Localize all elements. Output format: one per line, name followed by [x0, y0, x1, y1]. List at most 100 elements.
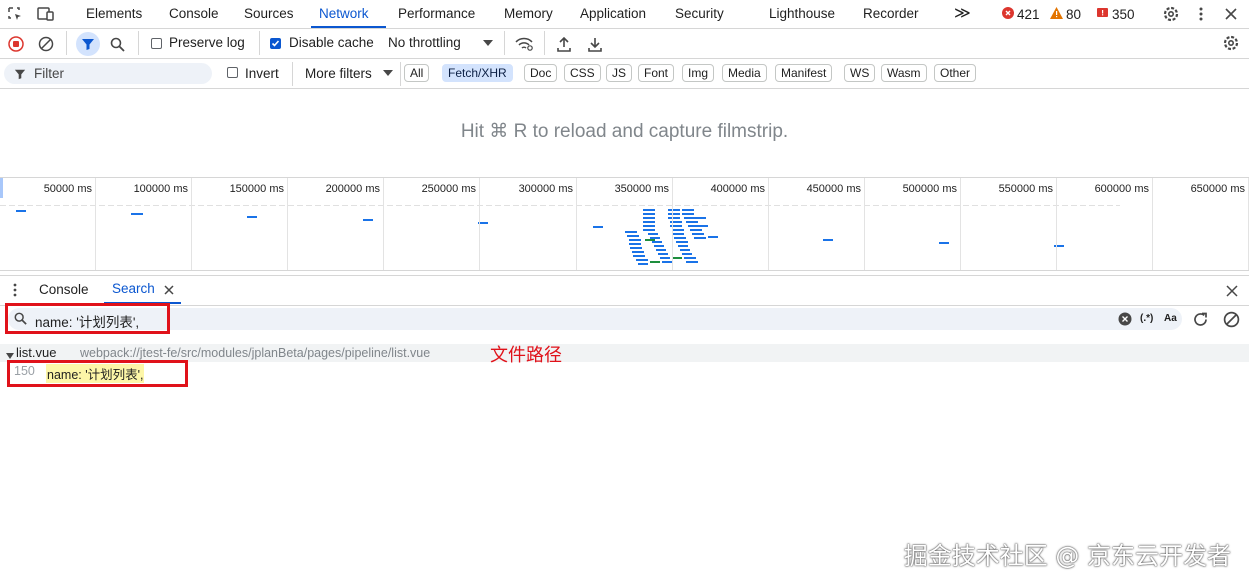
divider [66, 31, 67, 55]
clear-search-icon[interactable] [1118, 312, 1132, 329]
close-search-tab-icon[interactable] [163, 284, 175, 296]
filter-funnel-icon [14, 68, 26, 83]
timeline-tick-label: 200000 ms [325, 183, 380, 195]
timeline-tick-label: 500000 ms [902, 183, 957, 195]
timeline-gridline [287, 178, 288, 270]
invert-checkbox[interactable] [227, 67, 238, 78]
timeline-tick-label: 350000 ms [614, 183, 669, 195]
more-filters-dropdown[interactable]: More filters [305, 66, 372, 81]
network-settings-gear-icon[interactable] [1220, 33, 1242, 53]
preserve-log-checkbox[interactable] [151, 38, 162, 49]
tab-elements[interactable]: Elements [78, 0, 150, 28]
divider [259, 31, 260, 55]
timeline-gridline [576, 178, 577, 270]
timeline-tick-label: 450000 ms [806, 183, 861, 195]
tab-memory[interactable]: Memory [496, 0, 561, 28]
issues-count[interactable]: 350 [1097, 7, 1135, 22]
timeline-tick-label: 250000 ms [421, 183, 476, 195]
filter-chip-js[interactable]: JS [606, 64, 633, 82]
filter-input[interactable]: Filter [4, 63, 212, 84]
timeline-gridline [95, 178, 96, 270]
clear-icon[interactable] [36, 34, 56, 54]
issue-flag-icon [1097, 7, 1109, 22]
drawer-tab-console[interactable]: Console [31, 276, 97, 304]
timeline-tick-label: 150000 ms [229, 183, 284, 195]
disable-cache-label: Disable cache [289, 35, 374, 50]
filter-chip-css[interactable]: CSS [564, 64, 601, 82]
refresh-search-icon[interactable] [1190, 309, 1210, 329]
timeline-tick-label: 550000 ms [998, 183, 1053, 195]
regex-toggle[interactable]: (.*) [1140, 313, 1153, 324]
filter-chip-manifest[interactable]: Manifest [775, 64, 833, 82]
close-devtools-icon[interactable] [1221, 4, 1241, 24]
more-tabs-icon[interactable]: ≫ [946, 0, 979, 28]
warning-icon [1050, 7, 1063, 22]
chevron-down-icon[interactable] [482, 37, 494, 49]
tab-performance[interactable]: Performance [390, 0, 483, 28]
settings-gear-icon[interactable] [1160, 4, 1182, 24]
timeline-gridline [479, 178, 480, 270]
annotation-highlight-box [5, 303, 170, 334]
timeline-gridline [1056, 178, 1057, 270]
timeline-tick-label: 600000 ms [1094, 183, 1149, 195]
timeline-gridline [672, 178, 673, 270]
search-input[interactable]: name: '计划列表', (.*) Aa [8, 308, 1182, 330]
filter-funnel-icon[interactable] [76, 32, 100, 56]
tab-lighthouse[interactable]: Lighthouse [761, 0, 843, 28]
filter-chip-font[interactable]: Font [638, 64, 675, 82]
filmstrip-hint: Hit ⌘ R to reload and capture filmstrip. [460, 121, 789, 142]
filter-chip-fetch-xhr[interactable]: Fetch/XHR [442, 64, 513, 82]
divider [504, 31, 505, 55]
search-icon[interactable] [107, 34, 127, 54]
timeline-tick-label: 400000 ms [710, 183, 765, 195]
divider [544, 31, 545, 55]
disable-cache-checkbox[interactable] [270, 38, 281, 49]
close-drawer-icon[interactable] [1223, 282, 1241, 300]
match-case-toggle[interactable]: Aa [1164, 313, 1177, 324]
devtools-tab-bar: Elements Console Sources Network Perform… [0, 0, 1249, 29]
tab-recorder[interactable]: Recorder [855, 0, 927, 28]
tab-console[interactable]: Console [161, 0, 227, 28]
export-har-icon[interactable] [585, 34, 605, 54]
inspect-element-icon[interactable] [6, 5, 24, 23]
tab-application[interactable]: Application [572, 0, 654, 28]
throttling-select[interactable]: No throttling [388, 35, 461, 50]
timeline-tick-label: 650000 ms [1190, 183, 1245, 195]
timeline-gridline [864, 178, 865, 270]
filter-chip-wasm[interactable]: Wasm [881, 64, 927, 82]
warning-count[interactable]: 80 [1050, 7, 1081, 22]
tab-network[interactable]: Network [311, 0, 386, 28]
timeline-tick-label: 50000 ms [43, 183, 92, 195]
preserve-log-label: Preserve log [169, 35, 245, 50]
filter-chip-ws[interactable]: WS [844, 64, 876, 82]
chevron-down-icon[interactable] [382, 68, 394, 78]
result-file-path: webpack://jtest-fe/src/modules/jplanBeta… [80, 346, 431, 360]
error-icon [1002, 7, 1014, 22]
filter-placeholder: Filter [34, 66, 64, 81]
annotation-highlight-box [7, 360, 188, 387]
timeline-gridline [768, 178, 769, 270]
timeline-gridline [383, 178, 384, 270]
invert-label: Invert [245, 66, 279, 81]
import-har-icon[interactable] [554, 34, 574, 54]
device-toolbar-icon[interactable] [36, 5, 56, 23]
filter-chip-media[interactable]: Media [722, 64, 767, 82]
timeline-tick-label: 100000 ms [133, 183, 188, 195]
timeline-gridline [960, 178, 961, 270]
watermark: 掘金技术社区 @ 京东云开发者 [903, 542, 1231, 570]
filter-chip-all[interactable]: All [404, 64, 430, 82]
network-overview-timeline[interactable]: 50000 ms 100000 ms 150000 ms 200000 ms 25000… [0, 177, 1249, 271]
tab-security[interactable]: Security [667, 0, 732, 28]
result-file-name: list.vue [16, 345, 57, 360]
filter-chip-other[interactable]: Other [934, 64, 977, 82]
filter-chip-doc[interactable]: Doc [524, 64, 558, 82]
tab-sources[interactable]: Sources [236, 0, 302, 28]
filter-chip-img[interactable]: Img [682, 64, 715, 82]
kebab-menu-icon[interactable] [1193, 4, 1209, 24]
record-stop-icon[interactable] [6, 34, 26, 54]
clear-results-icon[interactable] [1221, 309, 1241, 329]
drawer-menu-icon[interactable] [8, 282, 22, 298]
timeline-tick-label: 300000 ms [518, 183, 573, 195]
network-conditions-icon[interactable] [513, 34, 535, 54]
error-count[interactable]: 421 [1002, 7, 1040, 22]
